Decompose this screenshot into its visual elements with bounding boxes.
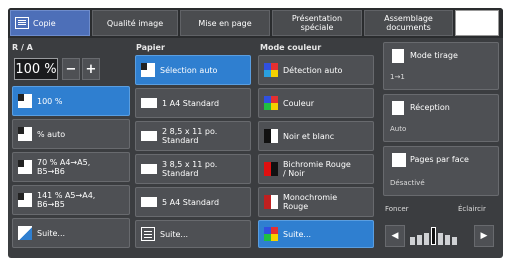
- output-tray-icon: [392, 101, 404, 115]
- option-label: 70 % A4→A5, B5→B6: [37, 158, 91, 176]
- option-label: Détection auto: [283, 65, 343, 75]
- pages-per-side-button[interactable]: Pages par face Désactivé: [383, 146, 499, 196]
- copy-screen: Copie Qualité image Mise en page Présent…: [8, 8, 503, 258]
- option-label: Couleur: [283, 98, 315, 108]
- option-label: Noir et blanc: [283, 131, 335, 141]
- color-mode-label: Mode couleur: [260, 43, 322, 52]
- reception-button[interactable]: Réception Auto: [383, 94, 499, 142]
- zoom-option-70[interactable]: 70 % A4→A5, B5→B6: [12, 152, 130, 182]
- output-mode-button[interactable]: Mode tirage 1→1: [383, 42, 499, 90]
- density-step: [424, 233, 429, 245]
- option-label: Monochromie Rouge: [283, 193, 338, 211]
- list-icon: [141, 227, 155, 241]
- page-icon: [141, 63, 155, 77]
- button-value: Auto: [390, 125, 407, 133]
- tab-bar: Copie Qualité image Mise en page Présent…: [8, 8, 503, 38]
- density-lighter-label: Éclaircir: [458, 205, 486, 213]
- option-label: 141 % A5→A4, B6→B5: [37, 191, 96, 209]
- copy-icon: [15, 17, 29, 29]
- paper-tray-icon: [141, 98, 157, 108]
- page-icon: [18, 160, 32, 174]
- color-full[interactable]: Couleur: [258, 88, 374, 118]
- tab-mise-en-page[interactable]: Mise en page: [180, 10, 270, 36]
- tab-label: Qualité image: [106, 18, 164, 28]
- option-label: 100 %: [37, 96, 63, 106]
- tab-empty-slot: [455, 10, 499, 36]
- option-label: 5 A4 Standard: [162, 197, 220, 207]
- tab-label: Assemblage documents: [384, 14, 433, 32]
- option-label: % auto: [37, 129, 66, 139]
- more-icon: [18, 226, 32, 240]
- density-step: [410, 237, 415, 245]
- density-step: [417, 235, 422, 245]
- color-more-button[interactable]: Suite...: [258, 220, 374, 248]
- page-icon: [18, 193, 32, 207]
- bichrome-icon: [264, 162, 278, 176]
- paper-auto-select[interactable]: Sélection auto: [135, 55, 251, 85]
- density-slider[interactable]: [410, 227, 468, 245]
- zoom-decrease-button[interactable]: −: [62, 58, 80, 80]
- button-title: Pages par face: [410, 155, 469, 164]
- option-label: Bichromie Rouge / Noir: [283, 160, 351, 178]
- density-darker-label: Foncer: [385, 205, 409, 213]
- auto-color-icon: [264, 63, 278, 77]
- duplex-icon: [392, 49, 404, 63]
- density-darker-button[interactable]: ◀: [385, 225, 405, 247]
- more-color-icon: [264, 227, 278, 241]
- option-label: Sélection auto: [160, 65, 218, 75]
- paper-tray-5[interactable]: 5 A4 Standard: [135, 187, 251, 217]
- option-label: 2 8,5 x 11 po. Standard: [162, 127, 218, 145]
- option-label: Suite...: [283, 229, 312, 239]
- paper-tray-icon: [141, 131, 157, 141]
- tab-label: Copie: [33, 18, 56, 28]
- zoom-option-auto[interactable]: % auto: [12, 119, 130, 149]
- button-value: 1→1: [390, 73, 405, 81]
- paper-tray-1[interactable]: 1 A4 Standard: [135, 88, 251, 118]
- tab-label: Présentation spéciale: [291, 14, 343, 32]
- zoom-option-100[interactable]: 100 %: [12, 86, 130, 116]
- pages-per-side-icon: [392, 153, 406, 167]
- tab-label: Mise en page: [198, 18, 252, 28]
- density-current-step: [431, 227, 436, 245]
- paper-label: Papier: [136, 43, 165, 52]
- paper-tray-2[interactable]: 2 8,5 x 11 po. Standard: [135, 121, 251, 151]
- page-icon: [18, 94, 32, 108]
- reduce-enlarge-label: R / A: [12, 43, 33, 52]
- color-bichrome[interactable]: Bichromie Rouge / Noir: [258, 154, 374, 184]
- density-step: [452, 237, 457, 245]
- zoom-increase-button[interactable]: +: [82, 58, 100, 80]
- black-white-icon: [264, 129, 278, 143]
- option-label: Suite...: [37, 228, 66, 238]
- page-icon: [18, 127, 32, 141]
- density-step: [438, 233, 443, 245]
- monochrome-icon: [264, 195, 278, 209]
- paper-tray-3[interactable]: 3 8,5 x 11 po. Standard: [135, 154, 251, 184]
- button-title: Mode tirage: [410, 51, 458, 60]
- color-auto-detect[interactable]: Détection auto: [258, 55, 374, 85]
- button-title: Réception: [410, 103, 450, 112]
- zoom-value-display: 100 %: [14, 58, 58, 80]
- paper-more-button[interactable]: Suite...: [135, 220, 251, 248]
- density-step: [445, 235, 450, 245]
- option-label: 3 8,5 x 11 po. Standard: [162, 160, 218, 178]
- density-lighter-button[interactable]: ▶: [474, 225, 494, 247]
- zoom-option-141[interactable]: 141 % A5→A4, B6→B5: [12, 185, 130, 215]
- zoom-more-button[interactable]: Suite...: [12, 218, 130, 248]
- color-monochrome[interactable]: Monochromie Rouge: [258, 187, 374, 217]
- tab-copie[interactable]: Copie: [10, 10, 90, 36]
- tab-qualite-image[interactable]: Qualité image: [92, 10, 178, 36]
- button-value: Désactivé: [390, 179, 425, 187]
- tab-presentation-speciale[interactable]: Présentation spéciale: [272, 10, 362, 36]
- tab-assemblage-documents[interactable]: Assemblage documents: [364, 10, 453, 36]
- option-label: 1 A4 Standard: [162, 98, 220, 108]
- paper-tray-icon: [141, 197, 157, 207]
- option-label: Suite...: [160, 229, 189, 239]
- color-black-white[interactable]: Noir et blanc: [258, 121, 374, 151]
- color-icon: [264, 96, 278, 110]
- paper-tray-icon: [141, 164, 157, 174]
